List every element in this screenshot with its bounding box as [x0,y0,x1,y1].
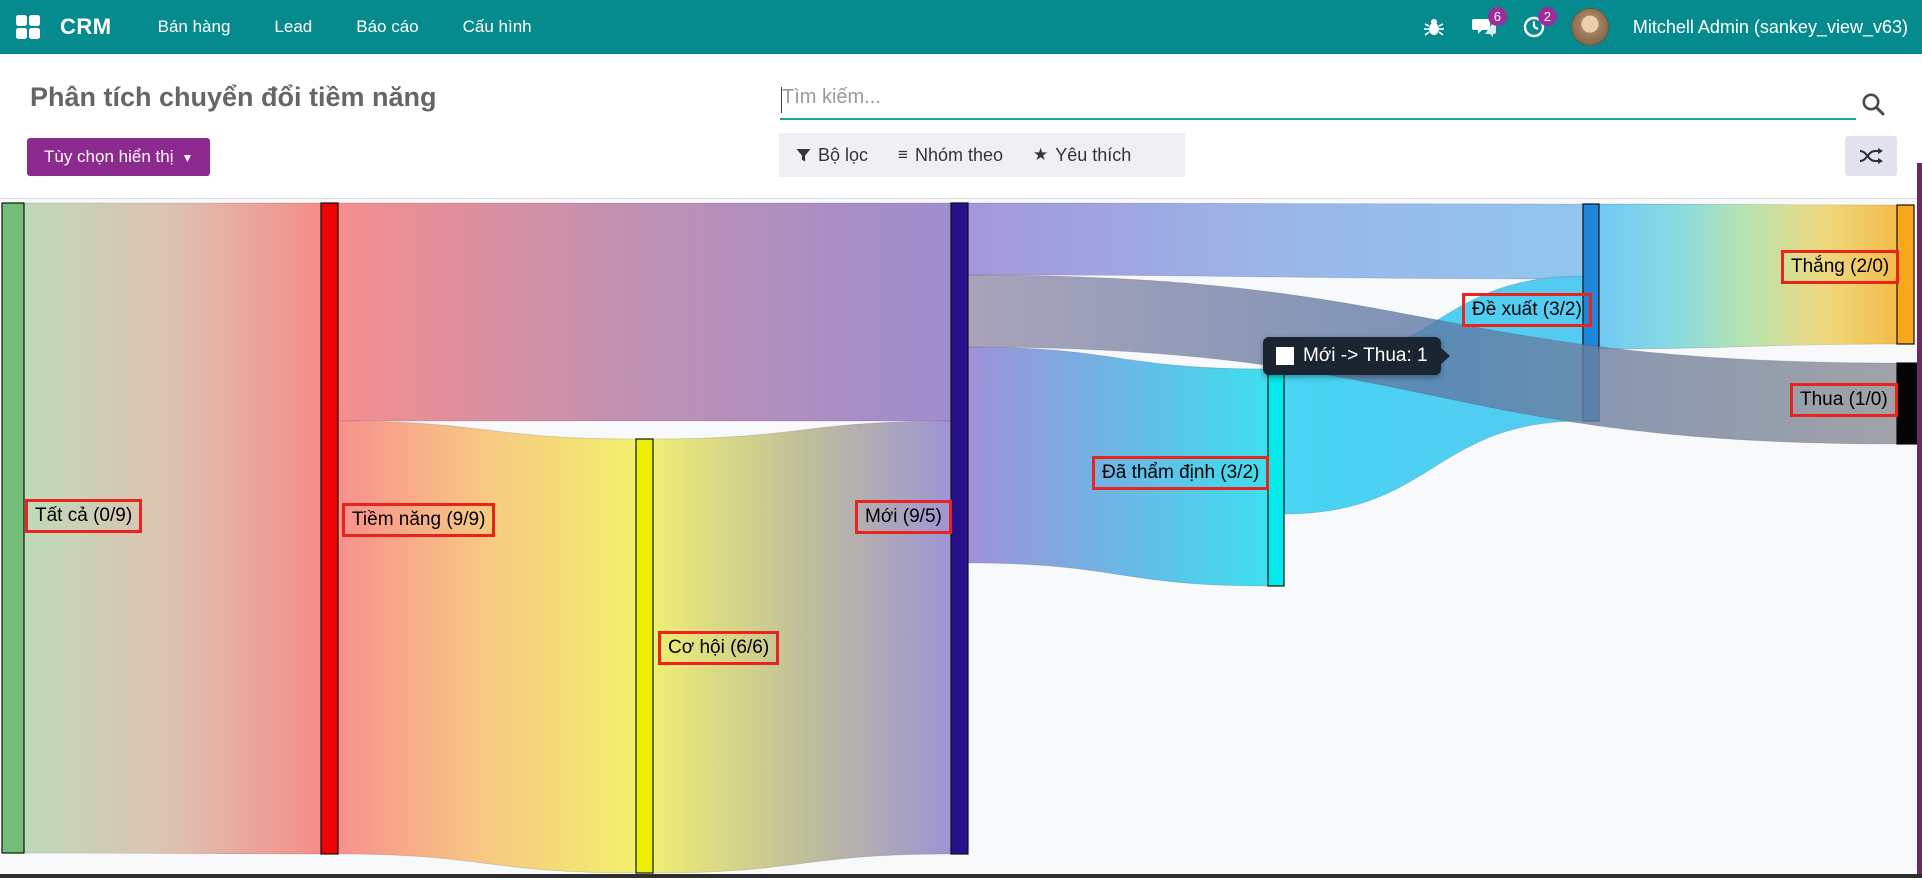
link-tooltip: Mới -> Thua: 1 [1263,337,1441,375]
right-edge-strip [1917,163,1922,878]
menu-item-sales[interactable]: Bán hàng [156,13,233,41]
sankey-node-datham[interactable] [1268,369,1284,586]
sankey-node-label-dexuat: Đề xuất (3/2) [1462,293,1592,327]
bars-icon: ≡ [898,145,908,165]
sankey-node-moi[interactable] [951,203,968,854]
sankey-chart-area: Tất cả (0/9) Tiềm năng (9/9) Cơ hội (6/6) M… [0,199,1922,878]
sankey-link-moi-dexuat[interactable] [968,203,1583,279]
page-title: Phân tích chuyển đổi tiềm năng [30,82,437,113]
bottom-window-edge [0,874,1922,878]
filters-label: Bộ lọc [818,145,868,166]
filter-toolbar: Bộ lọc ≡ Nhóm theo ★ Yêu thích [779,133,1185,177]
sankey-node-label-tiemnang: Tiềm năng (9/9) [342,503,495,537]
search-area [780,78,1856,120]
tooltip-text: Mới -> Thua: 1 [1303,345,1428,367]
debug-bug-icon[interactable] [1421,14,1447,40]
filters-button[interactable]: Bộ lọc [796,145,868,166]
menu-item-config[interactable]: Cấu hình [461,13,534,41]
chevron-down-icon: ▼ [181,151,193,165]
sankey-node-label-thua: Thua (1/0) [1790,383,1898,417]
star-icon: ★ [1033,145,1048,165]
control-panel: Phân tích chuyển đổi tiềm năng Tùy chọn … [0,54,1922,199]
main-menu: Bán hàng Lead Báo cáo Cấu hình [156,13,534,41]
sankey-node-tiemnang[interactable] [321,203,338,854]
sankey-node-label-moi: Mới (9/5) [855,500,952,534]
messages-badge: 6 [1488,7,1507,26]
messages-icon[interactable]: 6 [1471,14,1497,40]
shuffle-view-button[interactable] [1845,136,1897,176]
funnel-icon [796,148,811,163]
display-options-label: Tùy chọn hiển thị [44,147,173,166]
menu-item-reports[interactable]: Báo cáo [354,13,420,41]
favorites-button[interactable]: ★ Yêu thích [1033,145,1131,166]
topbar-right: 6 2 Mitchell Admin (sankey_view_v63) [1421,8,1922,46]
groupby-label: Nhóm theo [915,145,1003,166]
shuffle-icon [1859,147,1883,165]
groupby-button[interactable]: ≡ Nhóm theo [898,145,1003,166]
sankey-node-label-tatca: Tất cả (0/9) [25,499,142,533]
menu-item-lead[interactable]: Lead [272,13,314,41]
sankey-node-cohoi[interactable] [636,439,653,873]
display-options-button[interactable]: Tùy chọn hiển thị ▼ [27,138,210,176]
activities-clock-icon[interactable]: 2 [1521,14,1547,40]
tooltip-color-swatch [1276,347,1294,365]
favorites-label: Yêu thích [1055,145,1131,166]
user-menu[interactable]: Mitchell Admin (sankey_view_v63) [1633,17,1908,38]
sankey-link-tiemnang-cohoi[interactable] [338,421,636,873]
top-navbar: CRM Bán hàng Lead Báo cáo Cấu hình 6 [0,0,1922,54]
sankey-svg [0,199,1922,878]
user-avatar[interactable] [1571,8,1609,46]
sankey-node-label-cohoi: Cơ hội (6/6) [658,631,779,665]
search-icon[interactable] [1858,90,1888,120]
sankey-node-label-thang: Thắng (2/0) [1781,250,1899,284]
apps-grid-icon[interactable] [16,15,40,39]
sankey-node-label-datham: Đã thẩm định (3/2) [1092,456,1269,490]
activities-badge: 2 [1538,7,1557,26]
sankey-link-tiemnang-moi[interactable] [338,203,951,421]
text-cursor [781,87,782,113]
sankey-node-thang[interactable] [1897,205,1914,344]
search-input[interactable] [780,78,1856,120]
app-title[interactable]: CRM [60,14,112,40]
sankey-node-tatca[interactable] [2,203,24,853]
